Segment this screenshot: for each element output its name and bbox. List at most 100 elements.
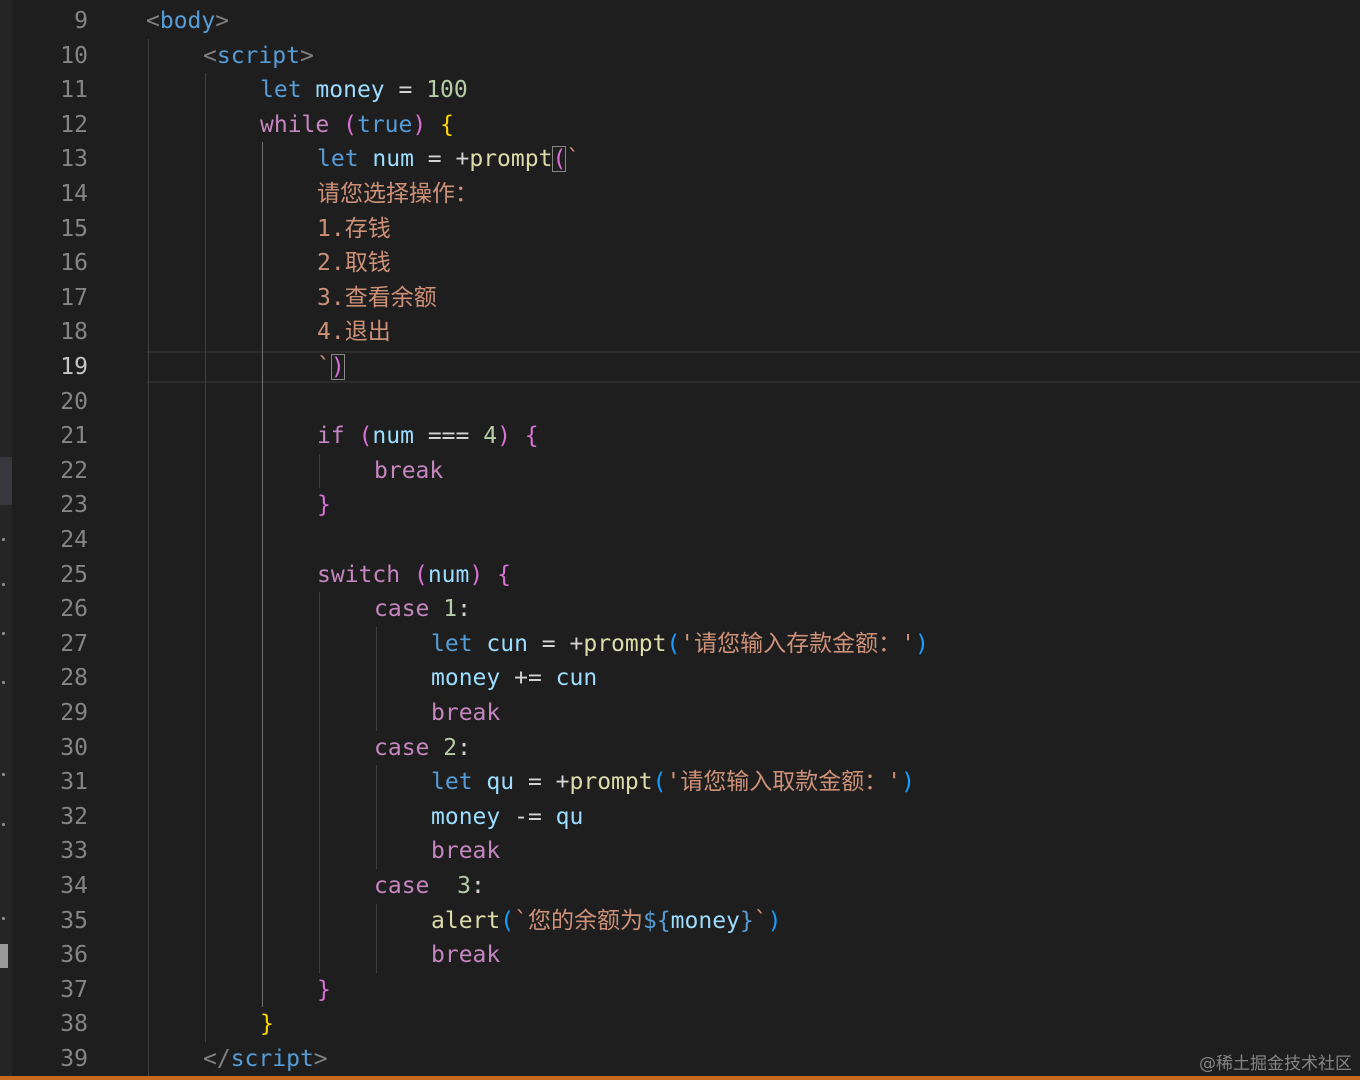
- code-token: }: [739, 907, 754, 934]
- code-line[interactable]: case 1:: [374, 592, 471, 627]
- code-token: }: [317, 976, 331, 1003]
- sidebar-edge: [0, 0, 12, 1080]
- line-number[interactable]: 30: [12, 731, 88, 766]
- line-number[interactable]: 17: [12, 281, 88, 316]
- code-line[interactable]: if (num === 4) {: [317, 419, 539, 454]
- code-line[interactable]: break: [374, 454, 443, 489]
- code-token: </: [203, 1046, 231, 1072]
- line-number[interactable]: 23: [12, 488, 88, 523]
- line-number[interactable]: 31: [12, 765, 88, 800]
- code-line[interactable]: switch (num) {: [317, 558, 511, 593]
- line-number-gutter[interactable]: 9 10 11 12 13 14 15 16 17 18 19 20 21 22 23 24 25 26 27 28 2…: [12, 0, 88, 1080]
- code-token: (: [552, 146, 567, 173]
- code-token: ): [412, 111, 427, 138]
- line-number[interactable]: 22: [12, 454, 88, 489]
- code-line[interactable]: money -= qu: [431, 800, 583, 835]
- code-token: `: [753, 907, 768, 934]
- line-number[interactable]: 20: [12, 385, 88, 420]
- line-number[interactable]: 15: [12, 212, 88, 247]
- indent-guide: [148, 38, 149, 1077]
- code-line[interactable]: let money = 100: [260, 73, 468, 108]
- code-token: (: [652, 769, 667, 796]
- line-number[interactable]: 39: [12, 1042, 88, 1077]
- sidebar-dot: [2, 681, 5, 684]
- line-number[interactable]: 26: [12, 592, 88, 627]
- code-line[interactable]: }: [260, 1007, 274, 1042]
- code-line[interactable]: 请您选择操作：: [317, 177, 478, 212]
- code-token: break: [431, 838, 501, 865]
- code-line[interactable]: }: [317, 488, 331, 523]
- line-number[interactable]: 10: [12, 39, 88, 74]
- code-token: money: [431, 803, 501, 830]
- line-number[interactable]: 33: [12, 834, 88, 869]
- code-line[interactable]: case 2:: [374, 731, 471, 766]
- indent-guide: [376, 765, 377, 869]
- code-token: prompt: [469, 146, 553, 173]
- line-number[interactable]: 32: [12, 800, 88, 835]
- code-line[interactable]: 2.取钱: [317, 246, 391, 281]
- code-token: }: [317, 492, 331, 519]
- code-line[interactable]: break: [431, 696, 500, 731]
- code-token: 3: [457, 873, 471, 899]
- code-token: 4.退出: [317, 319, 391, 346]
- line-number[interactable]: 27: [12, 627, 88, 662]
- line-number[interactable]: 37: [12, 973, 88, 1008]
- code-line[interactable]: break: [431, 938, 500, 973]
- code-line[interactable]: money += cun: [431, 661, 597, 696]
- code-token: >: [299, 42, 314, 69]
- code-token: =: [384, 77, 427, 104]
- code-line[interactable]: 4.退出: [317, 315, 391, 350]
- code-line[interactable]: }: [317, 973, 331, 1008]
- code-line[interactable]: break: [431, 834, 500, 869]
- sidebar-fragment: [0, 944, 8, 968]
- line-number[interactable]: 18: [12, 315, 88, 350]
- code-token: `您的余额为: [514, 907, 643, 934]
- line-number[interactable]: 21: [12, 419, 88, 454]
- indent-guide: [319, 453, 320, 489]
- code-token: ${: [642, 907, 671, 934]
- code-line[interactable]: let cun = +prompt('请您输入存款金额：'): [431, 627, 929, 662]
- code-line[interactable]: let num = +prompt(`: [317, 142, 580, 177]
- line-number[interactable]: 19: [12, 350, 88, 385]
- sidebar-dot: [2, 632, 5, 635]
- code-token: body: [159, 8, 216, 34]
- code-line[interactable]: `): [317, 350, 345, 385]
- code-line[interactable]: while (true) {: [260, 108, 454, 143]
- line-number[interactable]: 13: [12, 142, 88, 177]
- code-line[interactable]: let qu = +prompt('请您输入取款金额：'): [431, 765, 915, 800]
- line-number[interactable]: 24: [12, 523, 88, 558]
- line-number[interactable]: 12: [12, 108, 88, 143]
- line-number[interactable]: 36: [12, 938, 88, 973]
- line-number[interactable]: 38: [12, 1007, 88, 1042]
- code-area[interactable]: <body> <script> let money = 100 while (true…: [146, 0, 1360, 1080]
- line-number[interactable]: 14: [12, 177, 88, 212]
- code-token: switch: [317, 561, 401, 588]
- code-line[interactable]: 3.查看余额: [317, 281, 437, 316]
- line-number[interactable]: 11: [12, 73, 88, 108]
- code-line[interactable]: alert(`您的余额为${money}`): [431, 904, 782, 939]
- code-line[interactable]: <script>: [203, 39, 314, 74]
- code-token: '请您输入取款金额：': [666, 769, 902, 796]
- code-token: 1.存钱: [317, 215, 391, 242]
- line-number[interactable]: 34: [12, 869, 88, 904]
- code-line[interactable]: 1.存钱: [317, 212, 391, 247]
- line-number[interactable]: 9: [12, 4, 88, 39]
- code-line[interactable]: </script>: [203, 1042, 328, 1077]
- code-editor[interactable]: 9 10 11 12 13 14 15 16 17 18 19 20 21 22 23 24 25 26 27 28 2…: [0, 0, 1360, 1080]
- code-token: if: [317, 423, 345, 450]
- code-token: <: [146, 8, 160, 34]
- line-number[interactable]: 16: [12, 246, 88, 281]
- code-line[interactable]: <body>: [146, 4, 229, 39]
- line-number[interactable]: 29: [12, 696, 88, 731]
- line-number[interactable]: 25: [12, 558, 88, 593]
- code-token: case: [374, 734, 430, 761]
- code-token: true: [356, 111, 413, 138]
- line-number[interactable]: 28: [12, 661, 88, 696]
- code-line[interactable]: case 3:: [374, 869, 485, 904]
- line-number[interactable]: 35: [12, 904, 88, 939]
